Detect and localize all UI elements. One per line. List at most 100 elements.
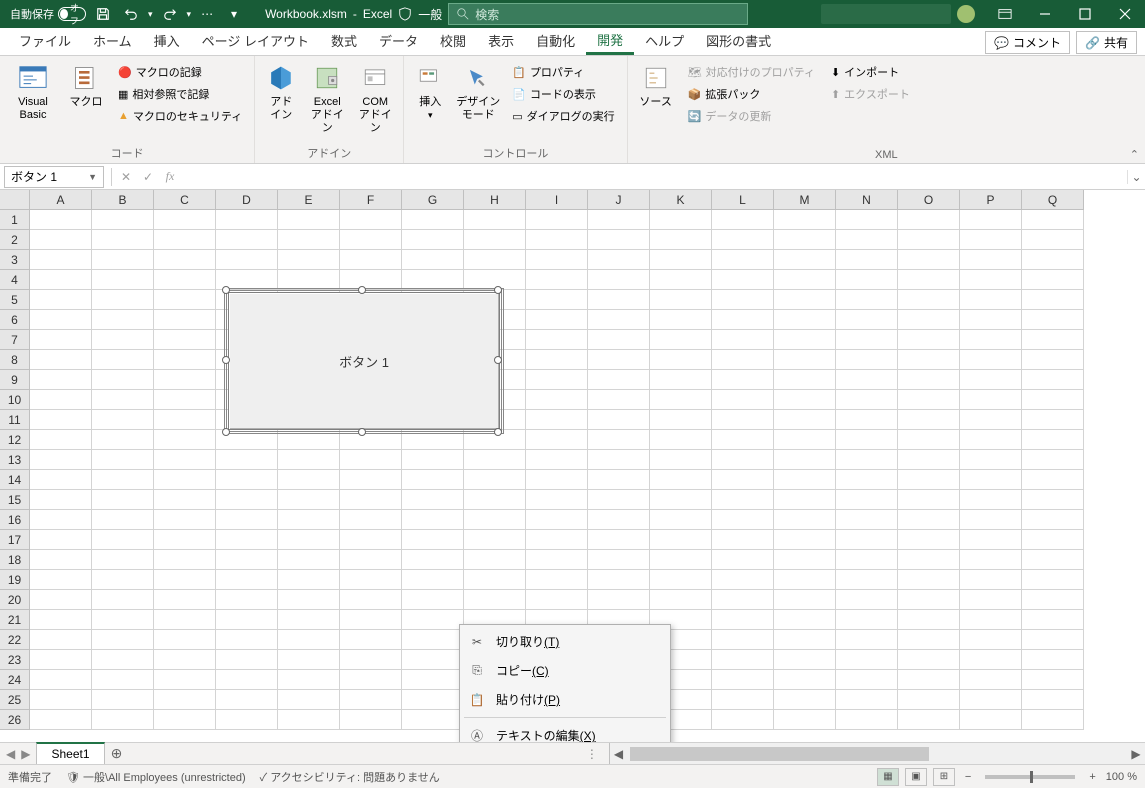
- cell[interactable]: [154, 290, 216, 310]
- resize-handle[interactable]: [358, 428, 366, 436]
- scroll-right-icon[interactable]: ▶: [1127, 747, 1145, 761]
- view-page-layout-icon[interactable]: ▣: [905, 768, 927, 786]
- context-menu-item[interactable]: ✂切り取り(T): [460, 627, 670, 656]
- cell[interactable]: [588, 490, 650, 510]
- cell[interactable]: [774, 490, 836, 510]
- cell[interactable]: [216, 470, 278, 490]
- fx-icon[interactable]: fx: [159, 169, 181, 184]
- cell[interactable]: [278, 470, 340, 490]
- cell[interactable]: [278, 690, 340, 710]
- cell[interactable]: [898, 250, 960, 270]
- cell[interactable]: [464, 510, 526, 530]
- cell[interactable]: [216, 610, 278, 630]
- cell[interactable]: [402, 590, 464, 610]
- cell[interactable]: [30, 230, 92, 250]
- cell[interactable]: [1022, 630, 1084, 650]
- cell[interactable]: [92, 470, 154, 490]
- cell[interactable]: [278, 450, 340, 470]
- cell[interactable]: [402, 550, 464, 570]
- cell[interactable]: [30, 310, 92, 330]
- row-header[interactable]: 2: [0, 230, 30, 250]
- cell[interactable]: [1022, 350, 1084, 370]
- cell[interactable]: [774, 590, 836, 610]
- cell[interactable]: [278, 650, 340, 670]
- cell[interactable]: [1022, 530, 1084, 550]
- cell[interactable]: [836, 370, 898, 390]
- cell[interactable]: [526, 310, 588, 330]
- cell[interactable]: [960, 570, 1022, 590]
- cell[interactable]: [836, 630, 898, 650]
- add-sheet-button[interactable]: ⊕: [105, 743, 129, 764]
- cell[interactable]: [960, 390, 1022, 410]
- row-header[interactable]: 25: [0, 690, 30, 710]
- row-header[interactable]: 6: [0, 310, 30, 330]
- zoom-slider[interactable]: [985, 775, 1075, 779]
- cell[interactable]: [836, 670, 898, 690]
- cell[interactable]: [340, 630, 402, 650]
- relative-ref-button[interactable]: ▦相対参照で記録: [114, 84, 246, 104]
- cell[interactable]: [402, 510, 464, 530]
- cell[interactable]: [526, 290, 588, 310]
- cell[interactable]: [712, 670, 774, 690]
- cell[interactable]: [1022, 410, 1084, 430]
- cell[interactable]: [650, 330, 712, 350]
- row-header[interactable]: 23: [0, 650, 30, 670]
- cell[interactable]: [712, 590, 774, 610]
- cell[interactable]: [402, 270, 464, 290]
- cell[interactable]: [960, 590, 1022, 610]
- cell[interactable]: [278, 670, 340, 690]
- cell[interactable]: [650, 250, 712, 270]
- cell[interactable]: [960, 690, 1022, 710]
- column-header[interactable]: K: [650, 190, 712, 210]
- cell[interactable]: [712, 510, 774, 530]
- cell[interactable]: [712, 270, 774, 290]
- cell[interactable]: [526, 210, 588, 230]
- cell[interactable]: [402, 210, 464, 230]
- cell[interactable]: [836, 650, 898, 670]
- cell[interactable]: [898, 270, 960, 290]
- cell[interactable]: [30, 370, 92, 390]
- cell[interactable]: [898, 530, 960, 550]
- cell[interactable]: [898, 350, 960, 370]
- cell[interactable]: [92, 250, 154, 270]
- column-header[interactable]: O: [898, 190, 960, 210]
- cell[interactable]: [30, 630, 92, 650]
- cell[interactable]: [960, 210, 1022, 230]
- view-code-button[interactable]: 📄コードの表示: [508, 84, 618, 104]
- cell[interactable]: [960, 510, 1022, 530]
- cell[interactable]: [30, 550, 92, 570]
- cell[interactable]: [898, 370, 960, 390]
- cell[interactable]: [526, 550, 588, 570]
- cell[interactable]: [464, 250, 526, 270]
- cell[interactable]: [216, 590, 278, 610]
- cell[interactable]: [92, 690, 154, 710]
- cell[interactable]: [278, 490, 340, 510]
- cell[interactable]: [216, 670, 278, 690]
- cell[interactable]: [340, 510, 402, 530]
- cell[interactable]: [30, 510, 92, 530]
- cell[interactable]: [464, 210, 526, 230]
- cell[interactable]: [216, 550, 278, 570]
- chevron-down-icon[interactable]: ▼: [88, 172, 97, 182]
- cell[interactable]: [836, 290, 898, 310]
- view-page-break-icon[interactable]: ⊞: [933, 768, 955, 786]
- form-control-button[interactable]: ボタン 1: [228, 292, 500, 430]
- cell[interactable]: [588, 370, 650, 390]
- cell[interactable]: [898, 450, 960, 470]
- redo-icon[interactable]: [159, 3, 181, 25]
- row-header[interactable]: 5: [0, 290, 30, 310]
- cell[interactable]: [960, 650, 1022, 670]
- row-header[interactable]: 9: [0, 370, 30, 390]
- cell[interactable]: [216, 690, 278, 710]
- share-button[interactable]: 🔗 共有: [1076, 31, 1137, 54]
- cell[interactable]: [526, 490, 588, 510]
- cell[interactable]: [774, 530, 836, 550]
- column-header[interactable]: P: [960, 190, 1022, 210]
- expansion-pack-button[interactable]: 📦拡張パック: [684, 84, 819, 104]
- cell[interactable]: [30, 470, 92, 490]
- cell[interactable]: [650, 570, 712, 590]
- cell[interactable]: [1022, 470, 1084, 490]
- cell[interactable]: [30, 650, 92, 670]
- cell[interactable]: [712, 350, 774, 370]
- close-icon[interactable]: [1105, 0, 1145, 28]
